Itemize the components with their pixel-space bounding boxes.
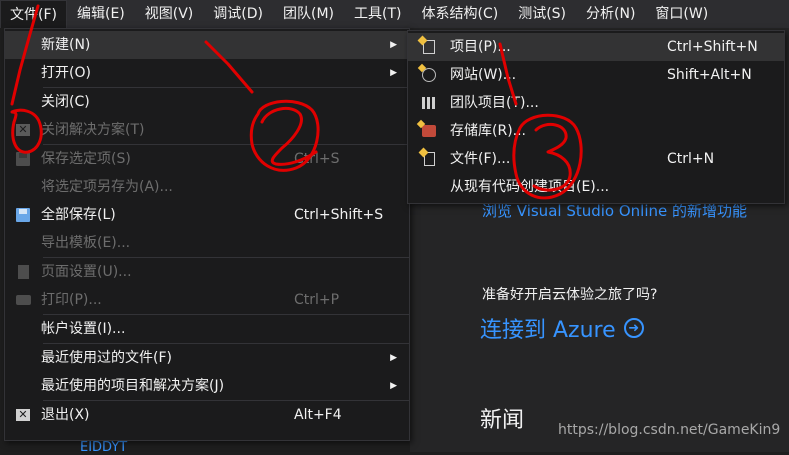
menu-item-close-solution[interactable]: ✕ 关闭解决方案(T) (5, 116, 409, 144)
close-solution-icon: ✕ (16, 124, 30, 136)
menu-item-label: 最近使用的项目和解决方案(J) (41, 378, 225, 394)
team-project-icon (422, 97, 436, 109)
bottom-link[interactable]: EIDDYT (80, 440, 127, 455)
menu-analyze[interactable]: 分析(N) (576, 0, 645, 28)
menu-shortcut: Ctrl+N (667, 151, 715, 167)
watermark: https://blog.csdn.net/GameKin9 (558, 422, 781, 438)
arrow-circle-icon: ➜ (623, 318, 644, 338)
menu-window[interactable]: 窗口(W) (645, 0, 718, 28)
menu-edit[interactable]: 编辑(E) (67, 0, 135, 28)
file-menu: 新建(N) ▶ 打开(O) ▶ 关闭(C) ✕ 关闭解决方案(T) 保存选定项(… (4, 28, 410, 441)
menu-item-recent-projects[interactable]: 最近使用的项目和解决方案(J) ▶ (5, 372, 409, 400)
menu-shortcut: Shift+Alt+N (667, 67, 752, 83)
menu-item-label: 新建(N) (41, 37, 91, 53)
menu-item-close[interactable]: 关闭(C) (5, 88, 409, 116)
menu-item-account-settings[interactable]: 帐户设置(I)... (5, 315, 409, 343)
new-website-icon (422, 68, 436, 82)
submenu-arrow-icon: ▶ (390, 381, 397, 391)
menu-item-new[interactable]: 新建(N) ▶ (5, 31, 409, 59)
submenu-item-from-existing[interactable]: 从现有代码创建项目(E)... (408, 173, 784, 201)
menu-item-label: 最近使用过的文件(F) (41, 350, 172, 366)
menu-item-open[interactable]: 打开(O) ▶ (5, 59, 409, 87)
menu-item-label: 从现有代码创建项目(E)... (450, 179, 610, 195)
menu-view[interactable]: 视图(V) (135, 0, 204, 28)
menu-item-page-setup[interactable]: 页面设置(U)... (5, 258, 409, 286)
exit-icon: ✕ (16, 409, 30, 421)
menu-item-label: 导出模板(E)... (41, 235, 131, 251)
menu-item-save-selected[interactable]: 保存选定项(S) Ctrl+S (5, 145, 409, 173)
connect-azure-label: 连接到 Azure (480, 318, 616, 343)
submenu-item-team-project[interactable]: 团队项目(T)... (408, 89, 784, 117)
save-all-icon (16, 208, 30, 222)
menu-item-label: 将选定项另存为(A)... (41, 179, 173, 195)
menu-item-label: 退出(X) (41, 407, 90, 423)
menu-item-label: 关闭解决方案(T) (41, 122, 145, 138)
repository-icon (422, 125, 436, 137)
connect-azure-link[interactable]: 连接到 Azure ➜ (480, 312, 644, 344)
printer-icon (15, 295, 31, 305)
menu-item-label: 帐户设置(I)... (41, 321, 126, 337)
menu-tools[interactable]: 工具(T) (344, 0, 411, 28)
menu-team[interactable]: 团队(M) (273, 0, 344, 28)
save-icon (16, 152, 30, 166)
cloud-question: 准备好开启云体验之旅了吗? (482, 287, 658, 303)
menu-item-save-all[interactable]: 全部保存(L) Ctrl+Shift+S (5, 201, 409, 229)
submenu-item-website[interactable]: 网站(W)... Shift+Alt+N (408, 61, 784, 89)
menu-item-label: 打印(P)... (41, 292, 102, 308)
menu-test[interactable]: 测试(S) (508, 0, 576, 28)
submenu-item-repository[interactable]: 存储库(R)... (408, 117, 784, 145)
menu-item-exit[interactable]: ✕ 退出(X) Alt+F4 (5, 401, 409, 429)
new-submenu: 项目(P)... Ctrl+Shift+N 网站(W)... Shift+Alt… (407, 30, 785, 204)
submenu-item-project[interactable]: 项目(P)... Ctrl+Shift+N (408, 33, 784, 61)
menu-shortcut: Ctrl+S (294, 151, 340, 167)
menu-shortcut: Alt+F4 (294, 407, 342, 423)
submenu-arrow-icon: ▶ (390, 68, 397, 78)
menu-item-label: 保存选定项(S) (41, 151, 131, 167)
menu-item-print[interactable]: 打印(P)... Ctrl+P (5, 286, 409, 314)
menu-item-export-template[interactable]: 导出模板(E)... (5, 229, 409, 257)
menu-shortcut: Ctrl+Shift+S (294, 207, 384, 223)
submenu-item-file[interactable]: 文件(F)... Ctrl+N (408, 145, 784, 173)
submenu-arrow-icon: ▶ (390, 40, 397, 50)
menu-item-recent-files[interactable]: 最近使用过的文件(F) ▶ (5, 344, 409, 372)
menu-item-label: 存储库(R)... (450, 123, 527, 139)
menu-item-label: 文件(F)... (450, 151, 511, 167)
page-setup-icon (17, 265, 29, 279)
submenu-arrow-icon: ▶ (390, 353, 397, 363)
menu-file[interactable]: 文件(F) (0, 0, 67, 28)
menu-bar: 文件(F) 编辑(E) 视图(V) 调试(D) 团队(M) 工具(T) 体系结构… (0, 0, 789, 28)
menu-item-label: 关闭(C) (41, 94, 90, 110)
menu-item-save-selected-as[interactable]: 将选定项另存为(A)... (5, 173, 409, 201)
menu-item-label: 团队项目(T)... (450, 95, 539, 111)
menu-architecture[interactable]: 体系结构(C) (412, 0, 509, 28)
menu-debug[interactable]: 调试(D) (203, 0, 273, 28)
news-heading: 新闻 (480, 408, 525, 433)
new-file-icon (423, 152, 435, 166)
menu-item-label: 打开(O) (41, 65, 91, 81)
new-project-icon (423, 40, 435, 54)
menu-shortcut: Ctrl+P (294, 292, 340, 308)
menu-item-label: 页面设置(U)... (41, 264, 132, 280)
menu-shortcut: Ctrl+Shift+N (667, 39, 758, 55)
